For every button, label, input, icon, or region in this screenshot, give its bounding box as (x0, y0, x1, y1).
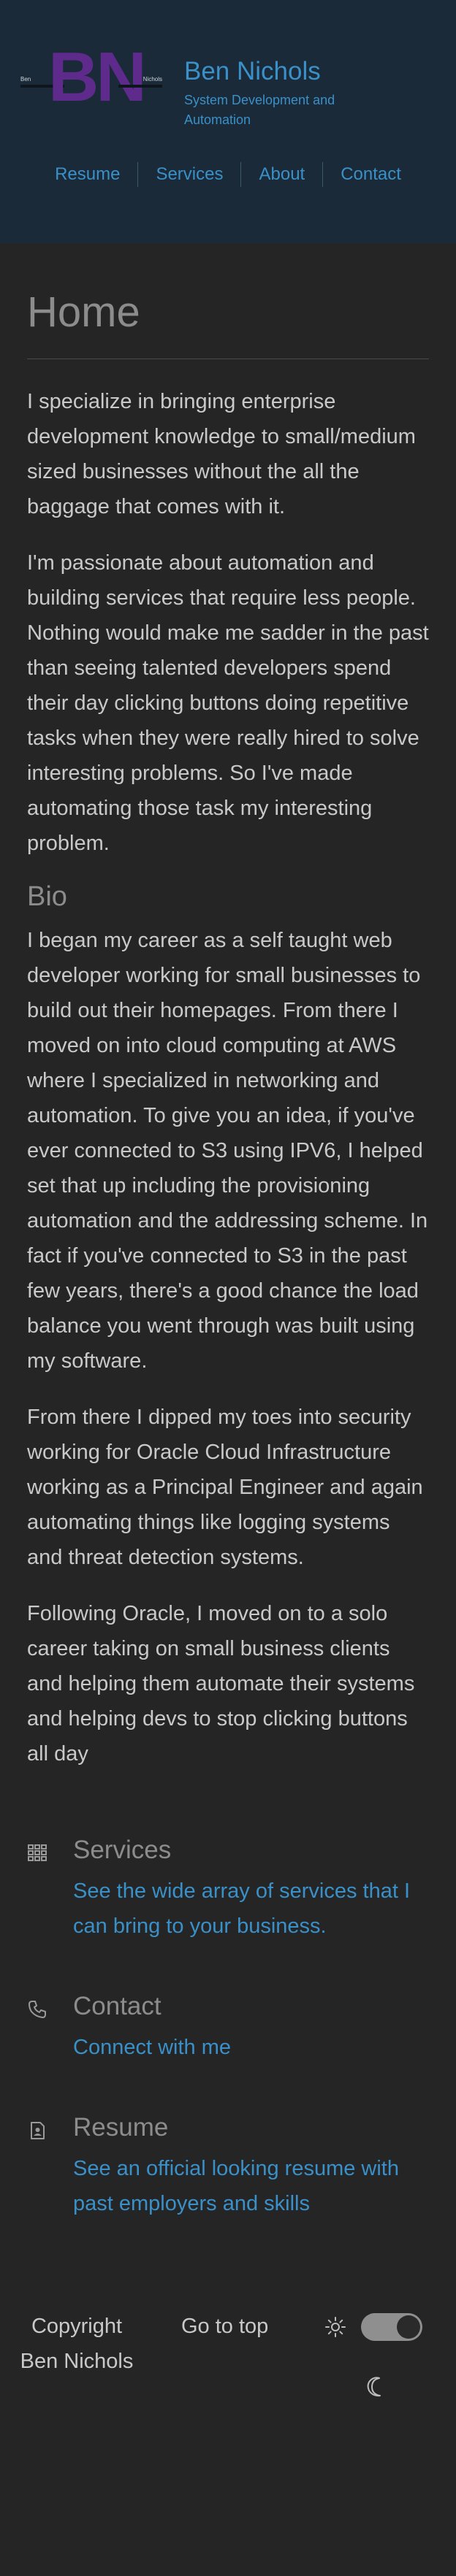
dark-mode-toggle[interactable] (361, 2313, 422, 2341)
logo-mini-left: Ben (20, 76, 31, 83)
main-content: Home I specialize in bringing enterprise… (0, 243, 456, 2221)
page-title: Home (27, 243, 429, 359)
site-tagline: System Development and Automation (184, 93, 335, 127)
intro-paragraph: I specialize in bringing enterprise deve… (27, 390, 416, 518)
site-title-block: Ben Nichols System Development and Autom… (184, 44, 374, 130)
logo-bar-right (118, 85, 162, 88)
card-title-resume: Resume (73, 2113, 169, 2142)
contact-link[interactable]: Connect with me (73, 2030, 231, 2065)
bio-heading: Bio (27, 881, 67, 912)
nav-link-contact[interactable]: Contact (322, 162, 419, 187)
site-footer: Copyright Ben Nichols Go to top (0, 2309, 456, 2499)
card-body: Services See the wide array of services … (73, 1833, 429, 1944)
bio-paragraph: Following Oracle, I moved on to a solo c… (27, 1602, 415, 1766)
nav-link-services[interactable]: Services (137, 162, 240, 187)
intro-paragraph: I'm passionate about automation and buil… (27, 551, 429, 855)
copyright-text: Copyright Ben Nichols (20, 2315, 134, 2373)
resume-link[interactable]: See an official looking resume with past… (73, 2151, 429, 2221)
site-logo[interactable]: Ben BN Nichols (20, 38, 162, 116)
logo-mini-right: Nichols (142, 76, 162, 83)
resume-badge-icon (27, 2120, 48, 2141)
card-body: Contact Connect with me (73, 1989, 231, 2065)
services-link[interactable]: See the wide array of services that I ca… (73, 1874, 429, 1944)
services-grid-icon (27, 1843, 48, 1863)
card-services: Services See the wide array of services … (27, 1833, 429, 1944)
card-resume: Resume See an official looking resume wi… (27, 2110, 429, 2221)
main-nav: Resume Services About Contact (0, 162, 456, 187)
nav-link-about[interactable]: About (240, 162, 322, 187)
card-title-contact: Contact (73, 1992, 162, 2020)
nav-link-resume[interactable]: Resume (37, 162, 137, 187)
moon-icon (365, 2376, 387, 2401)
phone-icon (27, 1999, 48, 2020)
card-body: Resume See an official looking resume wi… (73, 2110, 429, 2221)
brand: Ben BN Nichols Ben Nichols System Develo… (0, 38, 456, 130)
site-header: Ben BN Nichols Ben Nichols System Develo… (0, 0, 456, 243)
bio-paragraph: From there I dipped my toes into securit… (27, 1406, 423, 1569)
toggle-knob (397, 2315, 420, 2339)
link-cards: Services See the wide array of services … (27, 1833, 429, 2221)
logo-monogram: BN (48, 38, 147, 116)
sun-icon (324, 2316, 346, 2342)
site-name[interactable]: Ben Nichols (184, 57, 374, 86)
bio-paragraph: I began my career as a self taught web d… (27, 929, 428, 1373)
go-to-top-link[interactable]: Go to top (181, 2309, 268, 2344)
card-title-services: Services (73, 1836, 172, 1864)
card-contact: Contact Connect with me (27, 1989, 429, 2065)
